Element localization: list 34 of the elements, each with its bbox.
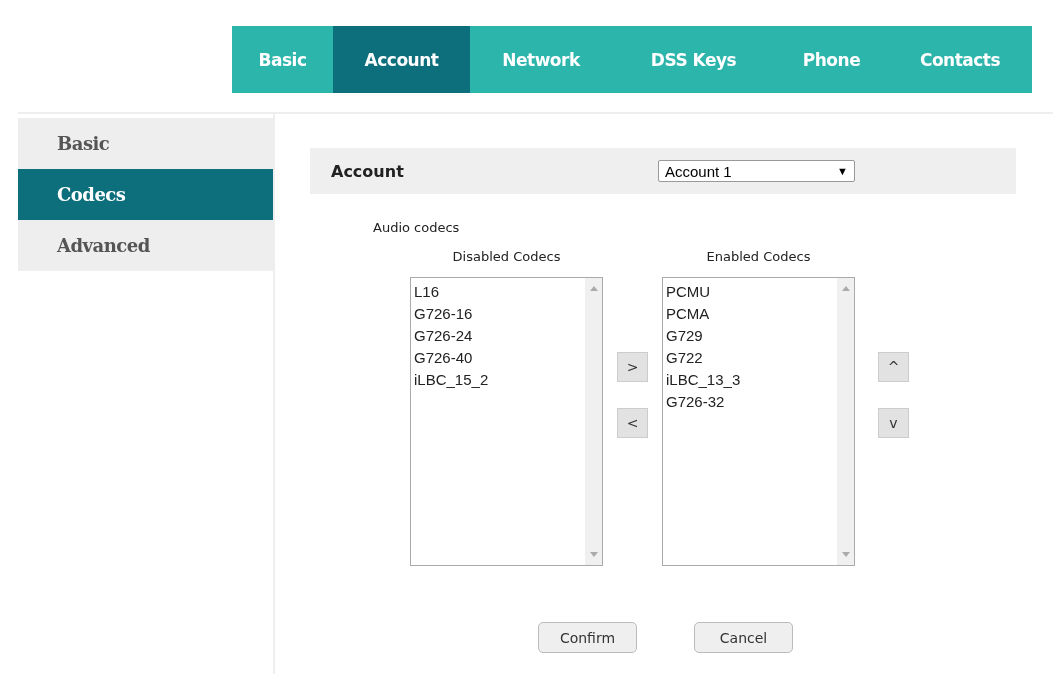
account-label: Account bbox=[331, 161, 405, 181]
order-button[interactable]: v bbox=[878, 408, 909, 438]
codec-option[interactable]: G726-40 bbox=[414, 347, 585, 369]
scroll-up-icon[interactable] bbox=[589, 286, 598, 291]
scrollbar[interactable] bbox=[837, 278, 854, 565]
scroll-down-icon[interactable] bbox=[841, 552, 850, 557]
codec-option[interactable]: G729 bbox=[666, 325, 837, 347]
codec-option[interactable]: L16 bbox=[414, 281, 585, 303]
sidebar-item[interactable]: Basic bbox=[18, 118, 273, 169]
move-button[interactable]: < bbox=[617, 408, 648, 438]
codec-option[interactable]: G722 bbox=[666, 347, 837, 369]
codec-option[interactable]: PCMU bbox=[666, 281, 837, 303]
list-title: Disabled Codecs bbox=[452, 249, 561, 264]
codec-option[interactable]: G726-16 bbox=[414, 303, 585, 325]
codec-option[interactable]: G726-24 bbox=[414, 325, 585, 347]
codec-list[interactable]: L16 G726-16 G726-24 G726-40 iLBC_15_2 bbox=[410, 277, 603, 566]
scrollbar[interactable] bbox=[585, 278, 602, 565]
section-title: Audio codecs bbox=[373, 220, 461, 235]
sidebar-item[interactable]: Advanced bbox=[18, 220, 273, 271]
codec-option[interactable]: G726-32 bbox=[666, 391, 837, 413]
sidebar-item[interactable]: Codecs bbox=[18, 169, 273, 220]
codec-option[interactable]: iLBC_15_2 bbox=[414, 369, 585, 391]
codec-option[interactable]: PCMA bbox=[666, 303, 837, 325]
move-button[interactable]: > bbox=[617, 352, 648, 382]
codec-option[interactable]: iLBC_13_3 bbox=[666, 369, 837, 391]
scroll-down-icon[interactable] bbox=[589, 552, 598, 557]
account-select[interactable]: Account 1 ▼ bbox=[658, 160, 855, 182]
list-title: Enabled Codecs bbox=[706, 249, 811, 264]
codec-list[interactable]: PCMU PCMA G729 G722 iLBC_13_3 G726-32 bbox=[662, 277, 855, 566]
nav-tab[interactable]: Account bbox=[333, 26, 470, 93]
order-button[interactable]: ^ bbox=[878, 352, 909, 382]
confirm-button[interactable]: Confirm bbox=[538, 622, 637, 653]
scroll-up-icon[interactable] bbox=[841, 286, 850, 291]
cancel-button[interactable]: Cancel bbox=[694, 622, 793, 653]
